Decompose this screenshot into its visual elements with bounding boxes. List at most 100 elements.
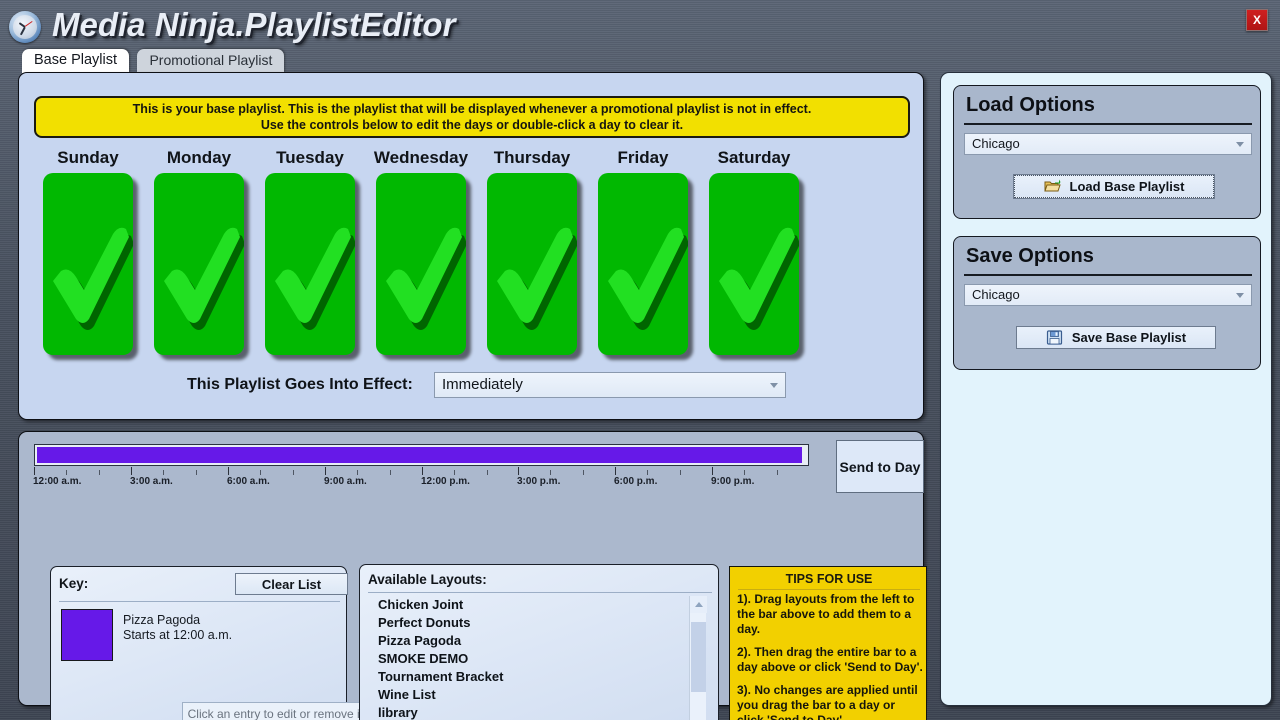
close-button[interactable]: X [1246,9,1268,31]
ruler-tick-minor [163,470,164,475]
key-entry-text: Pizza Pagoda Starts at 12:00 a.m. [123,613,232,643]
day-label-sunday: Sunday [57,148,119,167]
ruler-label: 6:00 p.m. [614,476,658,487]
day-card-thursday[interactable] [487,173,577,355]
timeline-segment-pizza-pagoda[interactable] [37,447,802,463]
load-options-title: Load Options [966,94,1095,116]
scrollbar-thumb[interactable] [691,622,706,692]
list-item[interactable]: Wine List [368,686,695,704]
timeline-bar[interactable] [34,444,809,466]
ruler-tick-major [422,467,423,475]
checkmark-icon [719,227,799,330]
chevron-down-icon [1236,142,1244,147]
save-base-playlist-label: Save Base Playlist [1071,330,1187,345]
ruler-tick-major [712,467,713,475]
key-panel: Key: Clear List Pizza Pagoda Starts at 1… [50,566,372,720]
checkmark-icon [386,227,466,330]
ruler-label: 12:00 p.m. [421,476,470,487]
ruler-tick-minor [293,470,294,475]
effect-select[interactable]: Immediately [434,372,786,398]
save-base-playlist-button[interactable]: Save Base Playlist [1016,326,1216,349]
title-bar: Media Ninja.PlaylistEditor X [0,0,1280,48]
key-entry-name: Pizza Pagoda [123,613,201,627]
load-base-playlist-button[interactable]: Load Base Playlist [1013,174,1215,199]
ruler-label: 3:00 a.m. [130,476,173,487]
ruler-tick-minor [550,470,551,475]
ruler-tick-major [518,467,519,475]
timeline-ruler-labels: 12:00 a.m. 3:00 a.m. 6:00 a.m. 9:00 a.m. 12:… [33,476,864,490]
list-item[interactable]: library [368,704,695,720]
checkmark-icon [164,227,244,330]
tab-base-playlist[interactable]: Base Playlist [22,49,130,73]
day-card-monday[interactable] [154,173,244,355]
list-item[interactable]: Tournament Bracket [368,668,695,686]
list-item[interactable]: Pizza Pagoda [368,632,695,650]
info-banner-line-2: Use the controls below to edit the days … [260,118,684,132]
day-saturday: Saturday [699,147,809,355]
ruler-tick-minor [777,470,778,475]
key-hint-field: Click an entry to edit or remove it. [182,702,372,720]
chevron-down-icon [770,383,778,388]
list-item[interactable]: Perfect Donuts [368,614,695,632]
save-options-title: Save Options [966,245,1094,267]
key-color-swatch [61,609,113,661]
day-card-sunday[interactable] [43,173,133,355]
ruler-label: 12:00 a.m. [33,476,82,487]
load-location-select[interactable]: Chicago [964,133,1252,155]
day-friday: Friday [588,147,698,355]
day-label-wednesday: Wednesday [373,148,469,167]
days-row: Sunday Monday Tuesday Wednesday Thursday… [33,147,911,362]
tab-promotional-playlist[interactable]: Promotional Playlist [137,49,285,73]
ruler-tick-minor [99,470,100,475]
day-label-tuesday: Tuesday [276,148,344,167]
side-panel: Load Options Chicago Load Base Playlist … [940,72,1272,706]
available-layouts-list[interactable]: Chicken Joint Perfect Donuts Pizza Pagoda S… [368,596,695,720]
base-playlist-panel: This is your base playlist. This is the … [18,72,924,420]
main-content: This is your base playlist. This is the … [18,72,927,720]
day-card-tuesday[interactable] [265,173,355,355]
day-label-friday: Friday [617,148,669,167]
ruler-label: 6:00 a.m. [227,476,270,487]
ruler-tick-major [325,467,326,475]
list-item[interactable]: SMOKE DEMO [368,650,695,668]
divider [738,589,920,590]
day-label-monday: Monday [166,148,232,167]
effect-label: This Playlist Goes Into Effect: [187,376,413,393]
divider [964,274,1252,276]
key-title: Key: [59,576,89,591]
ruler-tick-major [34,467,35,475]
checkmark-icon [275,227,355,330]
save-location-select[interactable]: Chicago [964,284,1252,306]
day-card-friday[interactable] [598,173,688,355]
timeline-ruler [34,467,809,475]
ruler-tick-minor [583,470,584,475]
send-to-day-button[interactable]: Send to Day [836,440,924,493]
checkmark-icon [53,227,133,330]
ruler-tick-minor [680,470,681,475]
ruler-tick-major [228,467,229,475]
list-item[interactable]: Chicken Joint [368,596,695,614]
ruler-tick-minor [260,470,261,475]
day-monday: Monday [144,147,254,355]
ruler-tick-minor [487,470,488,475]
day-thursday: Thursday [477,147,587,355]
day-card-wednesday[interactable] [376,173,466,355]
day-tuesday: Tuesday [255,147,365,355]
key-header: Key: Clear List [59,573,348,601]
layouts-scrollbar[interactable] [689,596,707,720]
day-card-saturday[interactable] [709,173,799,355]
ruler-label: 3:00 p.m. [517,476,561,487]
tip-item: 1). Drag layouts from the left to the ba… [737,592,915,636]
available-layouts-panel: Available Layouts: Chicken Joint Perfect … [359,564,719,720]
ruler-tick-major [615,467,616,475]
scroll-up-icon[interactable] [690,596,707,613]
ruler-tick-minor [357,470,358,475]
checkmark-icon [497,227,577,330]
key-entry-detail: Starts at 12:00 a.m. [123,628,233,642]
timeline: 12:00 a.m. 3:00 a.m. 6:00 a.m. 9:00 a.m. 12:… [33,440,924,504]
ruler-tick-minor [196,470,197,475]
tips-body: 1). Drag layouts from the left to the ba… [737,592,923,720]
tab-strip: Base Playlist Promotional Playlist [22,49,285,73]
clear-list-button[interactable]: Clear List [235,573,348,595]
info-banner: This is your base playlist. This is the … [34,96,910,138]
